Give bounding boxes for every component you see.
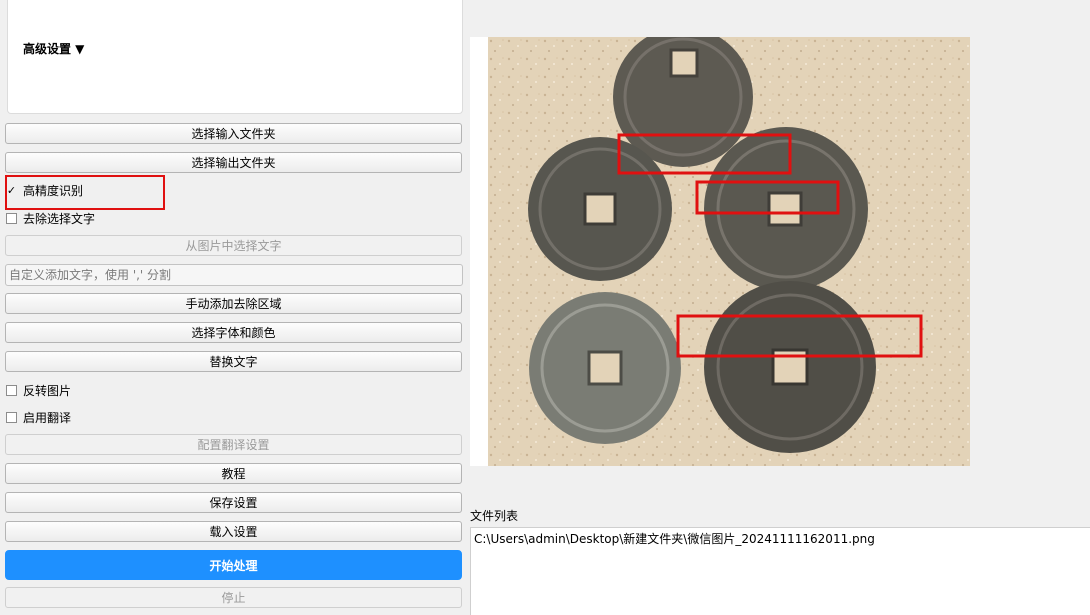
custom-text-input[interactable]	[5, 264, 463, 286]
coin-bottom-right	[704, 281, 876, 453]
flip-image-checkbox[interactable]	[6, 384, 17, 396]
file-list-item[interactable]: C:\Users\admin\Desktop\新建文件夹\微信图片_202411…	[474, 530, 875, 547]
remove-selected-text-row[interactable]: 去除选择文字	[6, 210, 95, 226]
coin-bottom-left	[529, 292, 681, 444]
enable-translate-row[interactable]: 启用翻译	[6, 409, 71, 425]
file-list-label: 文件列表	[470, 509, 519, 523]
start-processing-button[interactable]: 开始处理	[5, 550, 462, 580]
advanced-settings-panel: 高级设置 ▼	[7, 0, 463, 114]
flip-image-row[interactable]: 反转图片	[6, 382, 71, 398]
stop-button[interactable]: 停止	[5, 587, 462, 608]
high-precision-checkbox[interactable]: ✓	[6, 185, 17, 196]
coin-middle-left	[528, 137, 672, 281]
save-settings-button[interactable]: 保存设置	[5, 492, 462, 513]
flip-image-label: 反转图片	[23, 383, 72, 398]
enable-translate-checkbox[interactable]	[6, 411, 17, 423]
advanced-settings-toggle[interactable]: 高级设置 ▼	[23, 40, 84, 57]
high-precision-label: 高精度识别	[23, 183, 84, 198]
coin-middle-right	[704, 127, 868, 291]
file-list[interactable]: C:\Users\admin\Desktop\新建文件夹\微信图片_202411…	[470, 527, 1090, 615]
select-input-folder-button[interactable]: 选择输入文件夹	[5, 123, 462, 144]
manual-add-region-button[interactable]: 手动添加去除区域	[5, 293, 462, 314]
pick-text-from-image-button[interactable]: 从图片中选择文字	[5, 235, 462, 256]
high-precision-checkbox-row[interactable]: ✓ 高精度识别	[6, 182, 83, 198]
load-settings-button[interactable]: 载入设置	[5, 521, 462, 542]
tutorial-button[interactable]: 教程	[5, 463, 462, 484]
coins-photo	[470, 27, 970, 466]
translate-settings-button[interactable]: 配置翻译设置	[5, 434, 462, 455]
remove-selected-text-checkbox[interactable]	[6, 212, 17, 224]
image-preview[interactable]	[470, 27, 970, 466]
replace-text-button[interactable]: 替换文字	[5, 351, 462, 372]
remove-selected-text-label: 去除选择文字	[23, 211, 96, 226]
select-font-color-button[interactable]: 选择字体和颜色	[5, 322, 462, 343]
select-output-folder-button[interactable]: 选择输出文件夹	[5, 152, 462, 173]
enable-translate-label: 启用翻译	[23, 410, 72, 425]
